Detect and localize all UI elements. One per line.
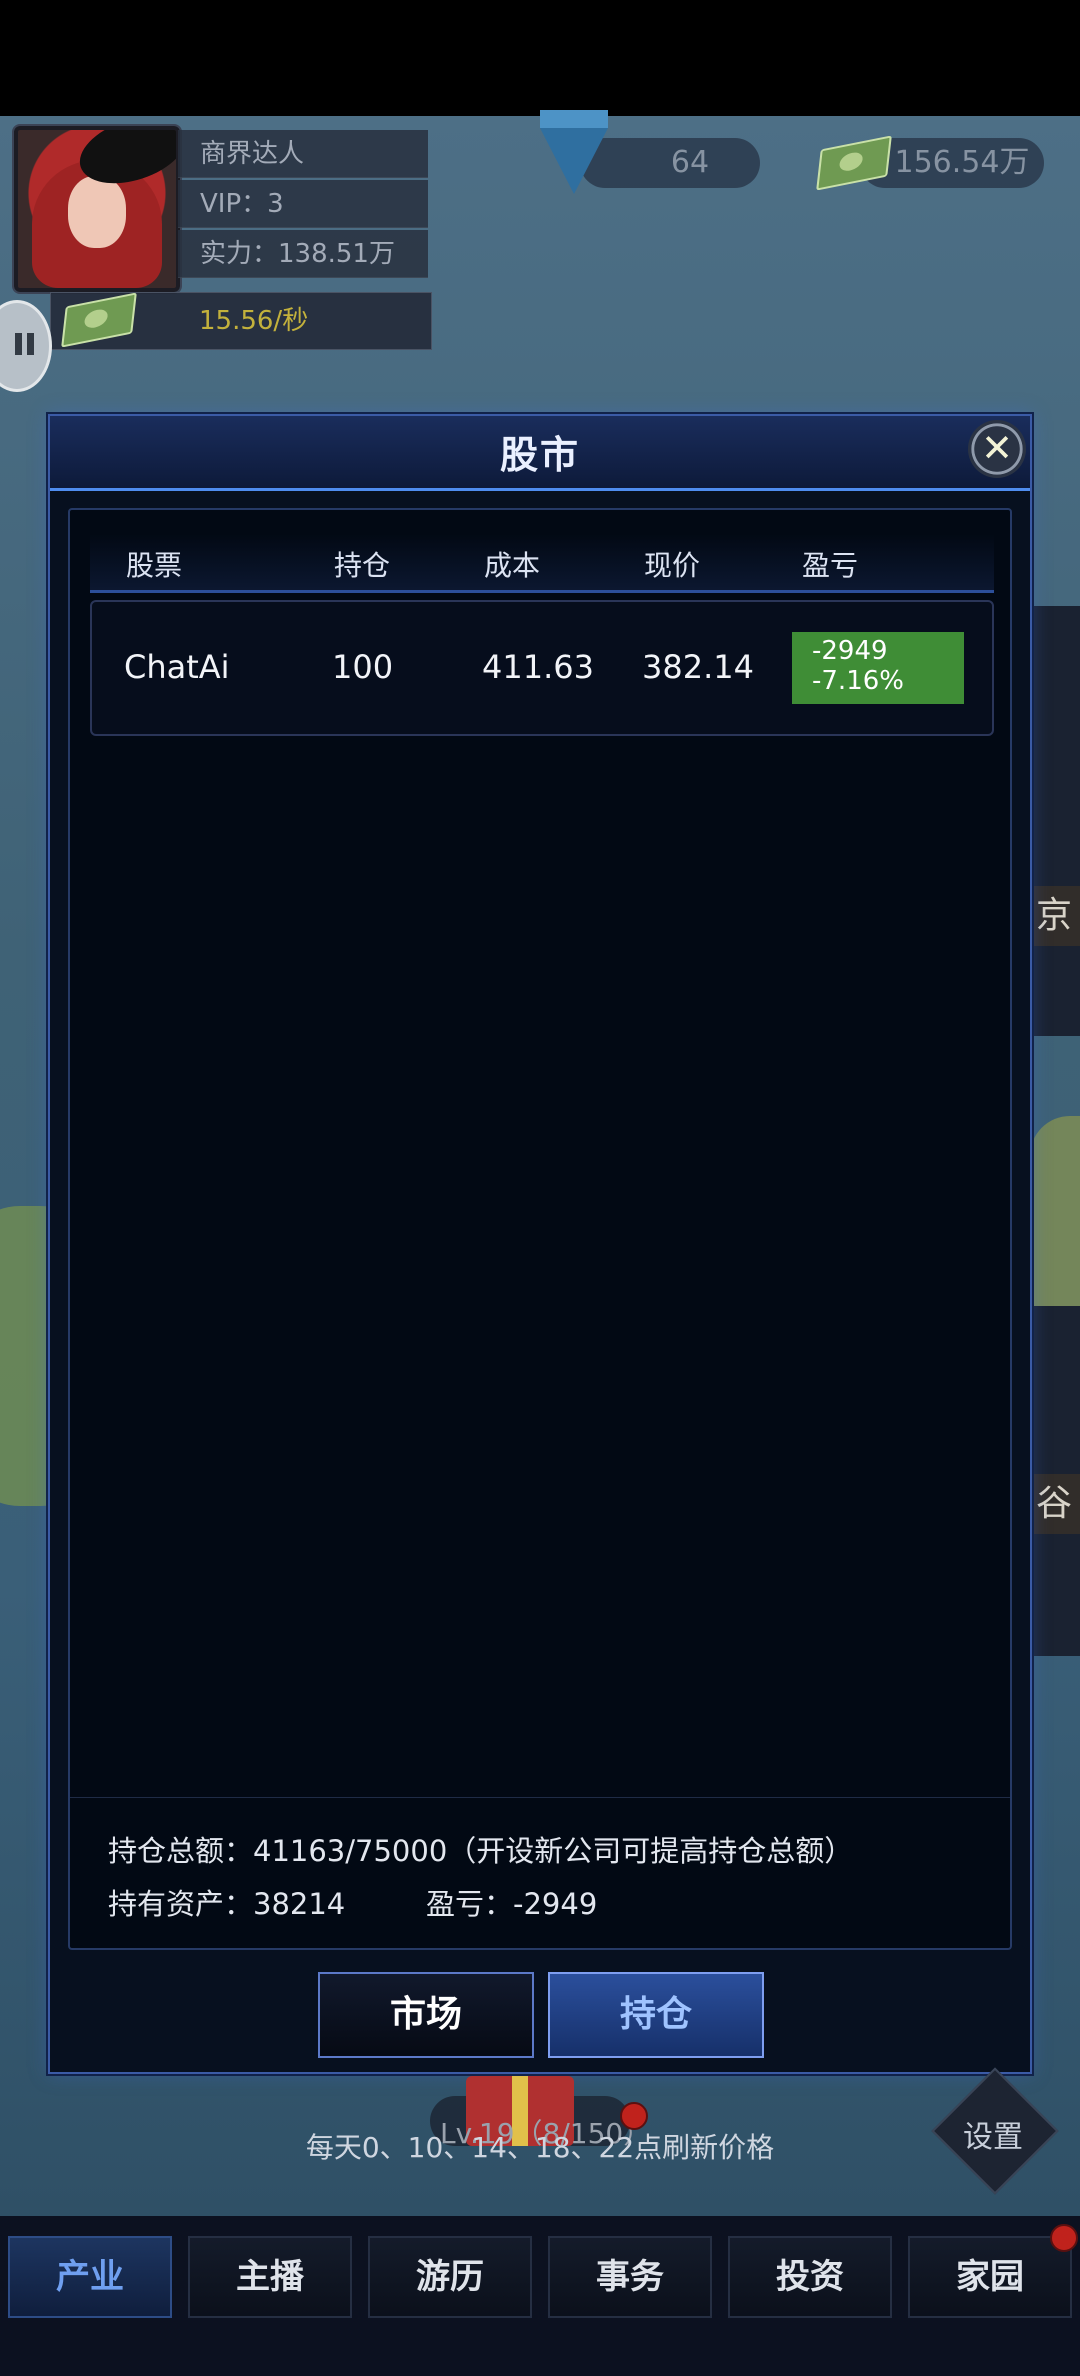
map-city-label[interactable]: 谷 — [1028, 1474, 1080, 1534]
player-vip: VIP：3 — [178, 180, 428, 228]
notification-dot — [1050, 2224, 1078, 2252]
map-city-label[interactable]: 京 — [1028, 886, 1080, 946]
dialog-title: 股市 — [499, 433, 580, 477]
settings-label[interactable]: 设置 — [950, 2112, 1036, 2156]
stock-market-dialog: 股市 ✕ 股票 持仓 成本 现价 盈亏 ChatAi 100 411.63 38… — [48, 414, 1032, 2074]
pnl-total-text: 盈亏：-2949 — [426, 1887, 598, 1921]
column-header-cost: 成本 — [484, 549, 541, 582]
close-icon[interactable]: ✕ — [968, 420, 1026, 478]
stock-name: ChatAi — [124, 648, 230, 686]
nav-travel[interactable]: 游历 — [368, 2236, 532, 2318]
stock-cost: 411.63 — [482, 648, 594, 686]
player-title: 商界达人 — [178, 130, 428, 178]
table-header: 股票 持仓 成本 现价 盈亏 — [90, 534, 994, 593]
column-header-stock: 股票 — [126, 549, 183, 582]
dialog-header: 股市 ✕ — [50, 416, 1030, 491]
income-rate: 15.56/秒 — [199, 306, 309, 336]
pnl-percent: -7.16% — [812, 666, 904, 696]
nav-invest[interactable]: 投资 — [728, 2236, 892, 2318]
stock-holding: 100 — [332, 648, 394, 686]
nav-home[interactable]: 家园 — [908, 2236, 1072, 2318]
table-row[interactable]: ChatAi 100 411.63 382.14 -2949 -7.16% — [90, 600, 994, 736]
player-power: 实力：138.51万 — [178, 230, 428, 278]
refresh-note: 每天0、10、14、18、22点刷新价格 — [305, 2131, 775, 2164]
income-bar: 15.56/秒 — [50, 292, 432, 350]
column-header-pnl: 盈亏 — [802, 549, 859, 582]
column-header-holding: 持仓 — [334, 549, 391, 582]
cash-icon — [61, 292, 137, 348]
stock-price: 382.14 — [642, 648, 754, 686]
nav-affairs[interactable]: 事务 — [548, 2236, 712, 2318]
cash-amount: 156.54万 — [894, 145, 1030, 180]
tab-market[interactable]: 市场 — [318, 1972, 534, 2058]
nav-streamer[interactable]: 主播 — [188, 2236, 352, 2318]
player-avatar[interactable] — [14, 126, 180, 292]
nav-industry[interactable]: 产业 — [8, 2236, 172, 2318]
pnl-value: -2949 — [812, 636, 888, 666]
holdings-summary: 持仓总额：41163/75000（开设新公司可提高持仓总额） 持有资产：3821… — [70, 1797, 1010, 1948]
column-header-price: 现价 — [644, 549, 701, 582]
map-city[interactable] — [1030, 606, 1080, 1036]
bottom-nav: 产业 主播 游历 事务 投资 家园 — [0, 2216, 1080, 2376]
holdings-panel: 股票 持仓 成本 现价 盈亏 ChatAi 100 411.63 382.14 … — [68, 508, 1012, 1950]
total-holding-text: 持仓总额：41163/75000（开设新公司可提高持仓总额） — [108, 1834, 854, 1868]
tab-holdings[interactable]: 持仓 — [548, 1972, 764, 2058]
pnl-badge: -2949 -7.16% — [792, 632, 964, 704]
diamond-icon — [540, 110, 608, 194]
diamond-count: 64 — [670, 145, 710, 180]
held-assets-text: 持有资产：38214 — [108, 1887, 346, 1921]
